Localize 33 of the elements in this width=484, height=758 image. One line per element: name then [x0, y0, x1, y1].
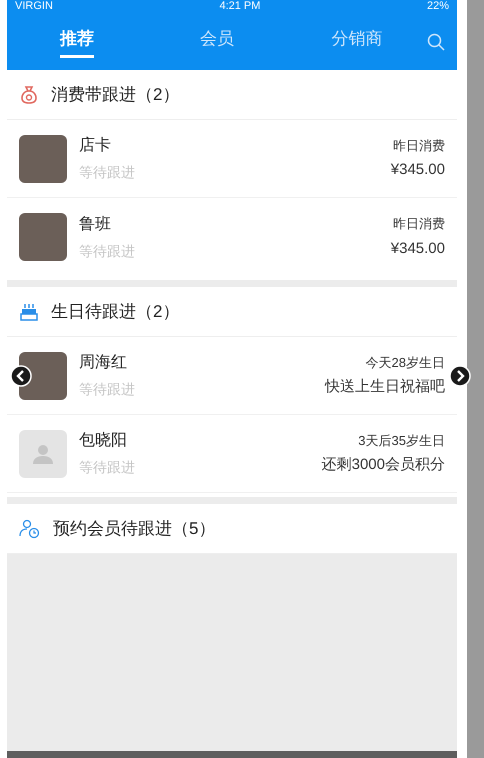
member-name: 包晓阳	[79, 430, 128, 451]
event-detail: 快送上生日祝福吧	[325, 377, 445, 397]
event-detail: 还剩3000会员积分	[322, 455, 445, 475]
cake-icon	[19, 302, 39, 322]
money-bag-icon	[19, 84, 39, 104]
follow-status: 等待跟进	[79, 380, 136, 399]
follow-status: 等待跟进	[79, 163, 136, 182]
avatar-placeholder	[19, 430, 67, 478]
member-row[interactable]: 鲁班 等待跟进 昨日消费 ¥345.00	[7, 198, 457, 276]
search-icon[interactable]	[427, 33, 445, 51]
event-note: 今天28岁生日	[366, 354, 445, 372]
follow-status: 等待跟进	[79, 458, 136, 477]
photo-placeholder	[19, 352, 67, 400]
event-note: 昨日消费	[393, 136, 445, 154]
people-clock-icon	[19, 518, 41, 538]
section-title: 消费带跟进（2）	[51, 84, 180, 106]
member-row[interactable]: 店卡 等待跟进 昨日消费 ¥345.00	[7, 120, 457, 198]
follow-status: 等待跟进	[79, 242, 136, 260]
battery-text: 22%	[426, 0, 449, 12]
member-name: 鲁班	[79, 214, 112, 234]
carrier-text: VIRGIN	[15, 0, 53, 12]
section-title: 预约会员待跟进（5）	[53, 518, 216, 540]
member-name: 周海红	[79, 353, 128, 373]
event-note: 3天后35岁生日	[358, 432, 445, 450]
event-detail: ¥345.00	[390, 238, 445, 258]
photo-placeholder	[19, 134, 67, 182]
event-detail: ¥345.00	[390, 160, 445, 180]
member-row[interactable]: 包晓阳 等待跟进 3天后35岁生日 还剩3000会员积分	[7, 415, 457, 493]
photo-placeholder	[19, 213, 67, 261]
event-note: 昨日消费	[393, 215, 445, 233]
time-text: 4:21 PM	[219, 0, 260, 12]
member-name: 店卡	[79, 136, 112, 156]
section-title: 生日待跟进（2）	[51, 300, 180, 323]
